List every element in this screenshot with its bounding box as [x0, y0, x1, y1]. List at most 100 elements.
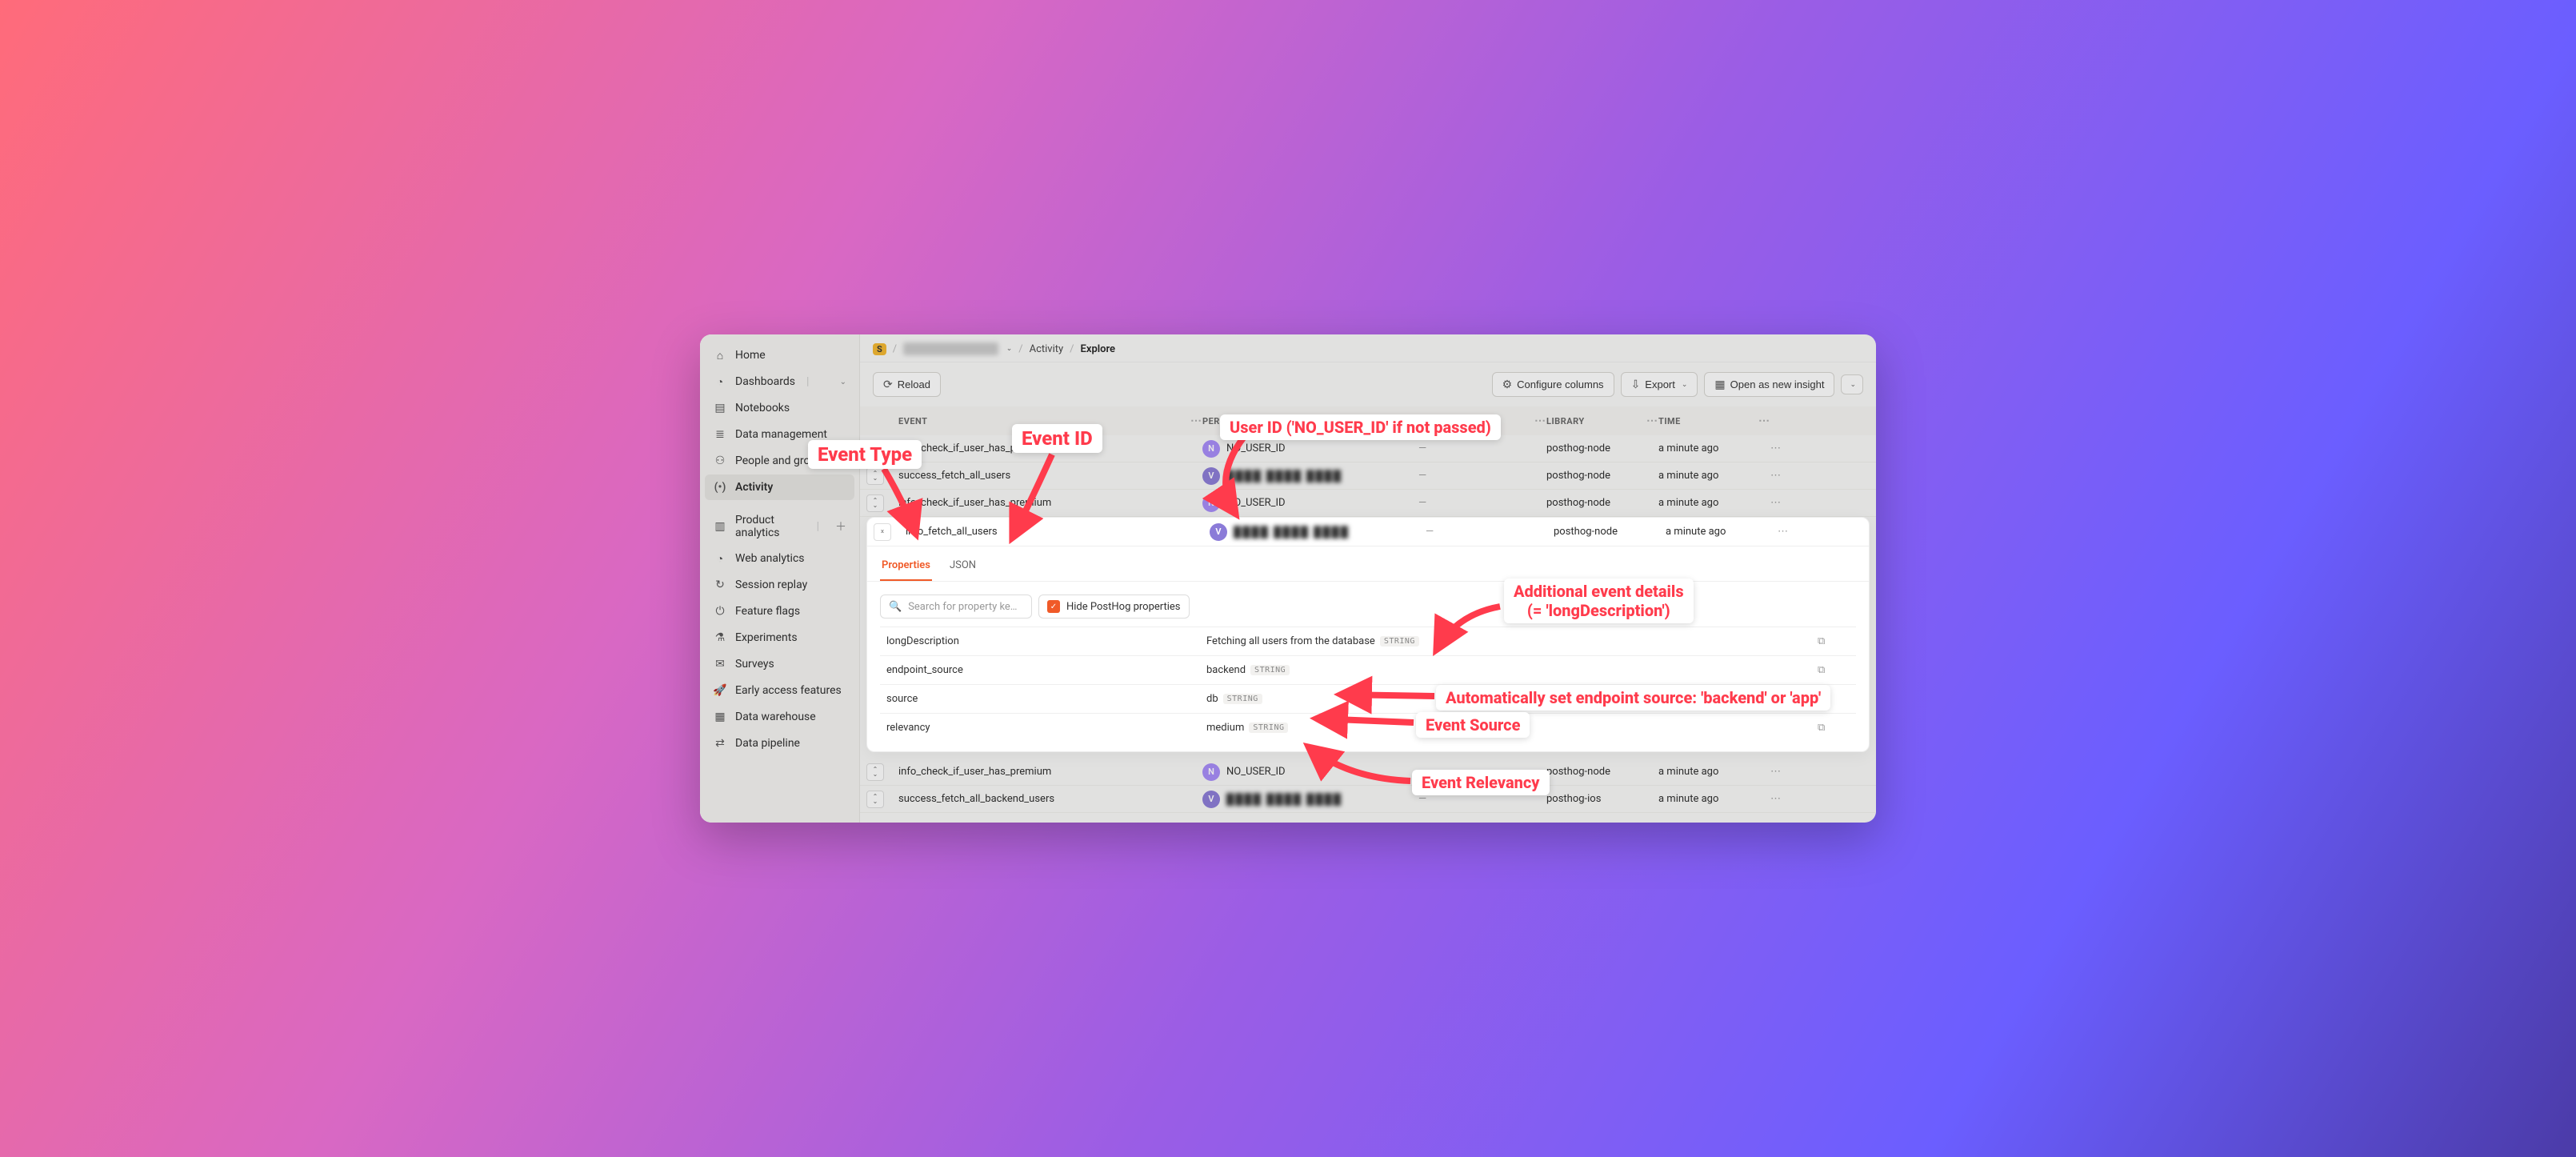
sidebar-item-data-warehouse[interactable]: ▦ Data warehouse	[705, 704, 854, 730]
toolbar: ⟳ Reload ⚙ Configure columns ⇩ Export ⌄ …	[860, 362, 1876, 406]
expand-button[interactable]: ⌃⌄	[866, 763, 884, 781]
sidebar-item-data-pipeline[interactable]: ⇄ Data pipeline	[705, 731, 854, 756]
events-table: EVENT⋯ PERSON⋯ URL / SCREEN⋯ LIBRARY⋯ TI…	[860, 406, 1876, 823]
table-row[interactable]: ⌃⌄ info_check_if_user_has_premium NNO_US…	[860, 435, 1876, 462]
property-key: longDescription	[886, 635, 1206, 647]
open-insight-button[interactable]: ▦ Open as new insight	[1704, 372, 1834, 397]
table-row-expanded[interactable]: ⌄⌃ info_fetch_all_users V████ ████ ████ …	[867, 518, 1869, 546]
plus-icon[interactable]: ＋	[835, 518, 846, 534]
app-window: ⌂ Home ◔ Dashboards | ⌄ ▤ Notebooks ≣ Da…	[700, 334, 1876, 823]
cell-event: success_fetch_all_backend_users	[898, 793, 1202, 805]
type-badge: STRING	[1250, 665, 1290, 675]
avatar: N	[1202, 763, 1220, 781]
configure-columns-button[interactable]: ⚙ Configure columns	[1492, 372, 1614, 397]
property-value: Fetching all users from the databaseSTRI…	[1206, 635, 1818, 647]
sidebar-item-web-analytics[interactable]: ◔ Web analytics	[705, 546, 854, 571]
collapse-button[interactable]: ⌄⌃	[874, 523, 891, 541]
type-badge: STRING	[1223, 694, 1262, 704]
property-value: mediumSTRING	[1206, 722, 1818, 734]
properties-table: longDescription Fetching all users from …	[867, 627, 1869, 751]
sidebar-item-feature-flags[interactable]: ⏻ Feature flags	[705, 599, 854, 624]
expand-button[interactable]: ⌃⌄	[866, 467, 884, 485]
table-row[interactable]: ⌃⌄ success_fetch_all_backend_users V████…	[860, 786, 1876, 813]
property-row: source dbSTRING ⧉	[880, 684, 1856, 713]
copy-icon[interactable]: ⧉	[1818, 635, 1850, 647]
breadcrumb-project[interactable]: ████████████	[903, 342, 998, 355]
property-row: longDescription Fetching all users from …	[880, 627, 1856, 655]
sidebar-item-experiments[interactable]: ⚗ Experiments	[705, 625, 854, 651]
sidebar-item-notebooks[interactable]: ▤ Notebooks	[705, 395, 854, 421]
workspace-badge[interactable]: S	[873, 343, 886, 355]
expand-button[interactable]: ⌃⌄	[866, 440, 884, 458]
gauge-icon: ◔	[713, 374, 727, 389]
copy-icon[interactable]: ⧉	[1818, 664, 1850, 676]
copy-icon[interactable]: ⧉	[1818, 722, 1850, 734]
cell-person[interactable]: V████ ████ ████	[1210, 523, 1426, 541]
panel-tabs: Properties JSON	[867, 546, 1869, 582]
row-menu-icon[interactable]: ⋯	[1770, 470, 1810, 482]
avatar: V	[1202, 791, 1220, 808]
property-search-input[interactable]: 🔍 Search for property ke…	[880, 595, 1032, 619]
cell-person[interactable]: V████ ████ ████	[1202, 467, 1418, 485]
home-icon: ⌂	[713, 348, 727, 362]
expand-button[interactable]: ⌃⌄	[866, 791, 884, 808]
row-menu-icon[interactable]: ⋯	[1778, 526, 1818, 538]
tab-json[interactable]: JSON	[948, 551, 978, 581]
col-menu-icon[interactable]: ⋯	[1534, 414, 1546, 427]
col-time[interactable]: TIME⋯	[1658, 414, 1770, 427]
reload-button[interactable]: ⟳ Reload	[873, 372, 941, 397]
col-menu-icon[interactable]: ⋯	[1406, 414, 1418, 427]
chevron-down-icon: ⌄	[1682, 380, 1688, 389]
chevron-down-icon[interactable]: ⌄	[1006, 345, 1013, 353]
cell-person[interactable]: NNO_USER_ID	[1202, 440, 1418, 458]
expanded-event-panel: ⌄⌃ info_fetch_all_users V████ ████ ████ …	[866, 517, 1870, 752]
breadcrumb-activity[interactable]: Activity	[1030, 343, 1064, 355]
expand-button[interactable]: ⌃⌄	[866, 494, 884, 512]
sidebar-item-label: Data pipeline	[735, 737, 800, 750]
chevron-down-icon[interactable]: ⌄	[840, 378, 846, 386]
cell-person[interactable]: NNO_USER_ID	[1202, 494, 1418, 512]
sidebar-item-activity[interactable]: (•) Activity	[705, 474, 854, 500]
avatar: N	[1202, 494, 1220, 512]
tab-properties[interactable]: Properties	[880, 551, 932, 581]
chat-icon: ✉	[713, 657, 727, 671]
col-menu-icon[interactable]: ⋯	[1758, 414, 1770, 427]
cell-library: posthog-node	[1546, 497, 1658, 509]
cell-event: success_fetch_all_users	[898, 470, 1202, 482]
sidebar-item-label: Dashboards	[735, 375, 795, 388]
col-event[interactable]: EVENT⋯	[898, 414, 1202, 427]
col-url[interactable]: URL / SCREEN⋯	[1418, 414, 1546, 427]
table-row[interactable]: ⌃⌄ info_check_if_user_has_premium NNO_US…	[860, 490, 1876, 517]
row-menu-icon[interactable]: ⋯	[1770, 497, 1810, 509]
sidebar-item-surveys[interactable]: ✉ Surveys	[705, 651, 854, 677]
col-person[interactable]: PERSON⋯	[1202, 414, 1418, 427]
sidebar-item-session-replay[interactable]: ↻ Session replay	[705, 572, 854, 598]
sidebar-item-early-access[interactable]: 🚀 Early access features	[705, 678, 854, 703]
button-label: Export	[1645, 378, 1675, 390]
row-menu-icon[interactable]: ⋯	[1770, 766, 1810, 778]
rocket-icon: 🚀	[713, 683, 727, 698]
row-menu-icon[interactable]: ⋯	[1770, 442, 1810, 454]
sidebar-item-people[interactable]: ⚇ People and groups	[705, 448, 854, 474]
table-row[interactable]: ⌃⌄ success_fetch_all_users V████ ████ ██…	[860, 462, 1876, 490]
export-button[interactable]: ⇩ Export ⌄	[1621, 372, 1698, 397]
breadcrumb: S / ████████████ ⌄ / Activity / Explore	[860, 334, 1876, 362]
sidebar-item-label: Feature flags	[735, 605, 800, 618]
col-menu-icon[interactable]: ⋯	[1646, 414, 1658, 427]
cell-person[interactable]: NNO_USER_ID	[1202, 763, 1418, 781]
sidebar-item-data-management[interactable]: ≣ Data management	[705, 422, 854, 447]
sidebar-item-label: Data warehouse	[735, 711, 816, 723]
col-library[interactable]: LIBRARY⋯	[1546, 414, 1658, 427]
sidebar-item-product-analytics[interactable]: ▥ Product analytics | ＋	[705, 508, 854, 545]
sidebar-item-label: People and groups	[735, 454, 828, 467]
sidebar-item-dashboards[interactable]: ◔ Dashboards | ⌄	[705, 369, 854, 394]
open-insight-dropdown[interactable]: ⌄	[1841, 374, 1863, 394]
replay-icon: ↻	[713, 578, 727, 592]
cell-person[interactable]: V████ ████ ████	[1202, 791, 1418, 808]
row-menu-icon[interactable]: ⋯	[1770, 793, 1810, 805]
table-row[interactable]: ⌃⌄ info_check_if_user_has_premium NNO_US…	[860, 759, 1876, 786]
sidebar-item-home[interactable]: ⌂ Home	[705, 342, 854, 368]
copy-icon[interactable]: ⧉	[1818, 693, 1850, 705]
col-menu-icon[interactable]: ⋯	[1190, 414, 1202, 427]
hide-posthog-properties-toggle[interactable]: ✓ Hide PostHog properties	[1038, 595, 1190, 619]
